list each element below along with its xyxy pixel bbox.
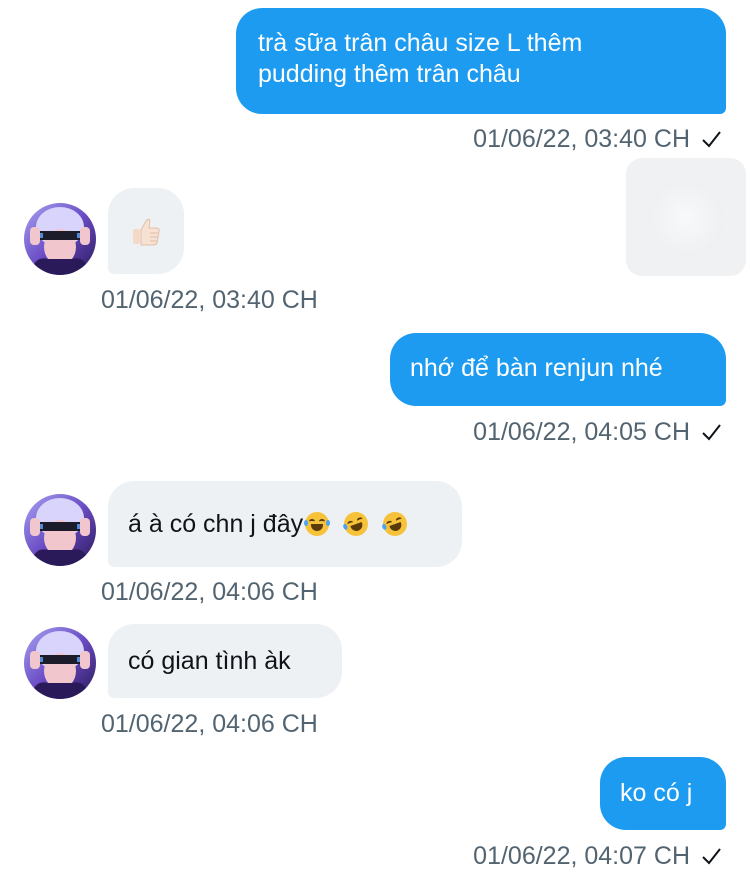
loading-spinner-icon <box>648 180 724 256</box>
message-bubble-outgoing[interactable]: trà sữa trân châu size L thêm pudding th… <box>236 8 726 114</box>
avatar-image <box>24 203 96 275</box>
check-icon <box>702 424 721 441</box>
message-meta: 01/06/22, 04:05 CH <box>473 417 722 447</box>
message-timestamp: 01/06/22, 04:06 CH <box>101 578 318 606</box>
message-text: có gian tình àk <box>128 647 291 675</box>
avatar-image <box>24 494 96 566</box>
message-timestamp: 01/06/22, 04:06 CH <box>101 710 318 738</box>
message-bubble-incoming[interactable] <box>108 188 184 274</box>
message-bubble-outgoing[interactable]: nhớ để bàn renjun nhé <box>390 333 726 406</box>
message-timestamp: 01/06/22, 04:07 CH <box>473 842 690 870</box>
message-text-line: pudding thêm trân châu <box>258 60 521 88</box>
check-icon <box>702 848 721 865</box>
message-timestamp: 01/06/22, 03:40 CH <box>473 125 690 153</box>
message-timestamp: 01/06/22, 03:40 CH <box>101 286 318 314</box>
avatar[interactable] <box>24 203 96 275</box>
message-bubble-outgoing[interactable]: ko có j <box>600 757 726 830</box>
message-timestamp: 01/06/22, 04:05 CH <box>473 418 690 446</box>
face-with-tears-of-joy-icon <box>304 512 331 536</box>
message-text: ko có j <box>620 779 693 807</box>
thumbs-up-icon <box>133 218 160 246</box>
media-loading-placeholder <box>626 158 746 276</box>
avatar-image <box>24 627 96 699</box>
message-bubble-incoming[interactable]: có gian tình àk <box>108 624 342 698</box>
rolling-on-floor-laughing-icon <box>340 508 372 540</box>
message-meta: 01/06/22, 03:40 CH <box>473 124 722 154</box>
message-text-line: trà sữa trân châu size L thêm <box>258 29 583 57</box>
message-meta: 01/06/22, 04:07 CH <box>473 841 722 871</box>
avatar[interactable] <box>24 627 96 699</box>
message-text: á à có chn j đây <box>128 510 304 538</box>
check-icon <box>702 131 721 148</box>
message-bubble-incoming[interactable]: á à có chn j đây <box>108 481 462 567</box>
message-text: nhớ để bàn renjun nhé <box>410 354 663 382</box>
avatar[interactable] <box>24 494 96 566</box>
rolling-on-floor-laughing-icon <box>379 508 411 540</box>
